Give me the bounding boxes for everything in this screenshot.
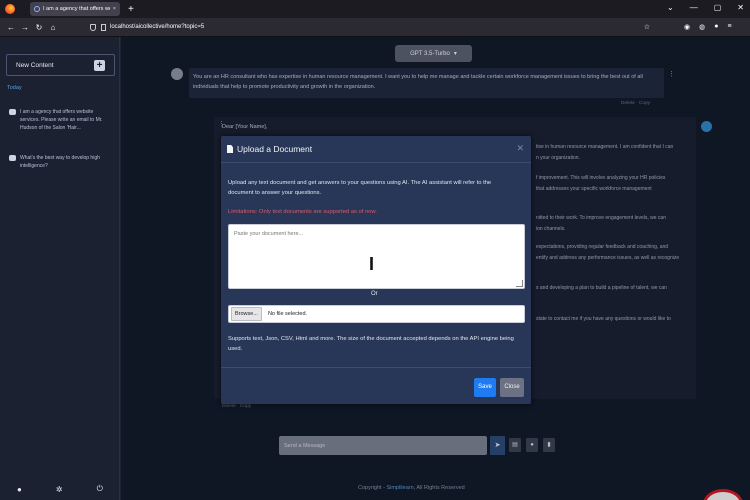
resize-handle[interactable] — [516, 280, 523, 287]
sidebar-footer: ● ✲ ⏻ — [0, 478, 120, 500]
extension-icon[interactable]: ● — [714, 23, 718, 31]
sidebar: New Content + Today I am a agency that o… — [0, 37, 120, 500]
file-status: No file selected. — [267, 311, 308, 317]
settings-icon[interactable]: ✲ — [56, 485, 63, 494]
globe-icon — [34, 6, 40, 12]
shield-icon[interactable] — [90, 23, 96, 31]
window-controls: ⌄ — ▢ ✕ — [667, 3, 744, 12]
modal-footer: Save Close — [221, 367, 531, 404]
firefox-icon — [5, 4, 15, 14]
new-content-button[interactable]: New Content + — [6, 54, 115, 76]
modal-title: Upload a Document — [237, 144, 313, 154]
forward-button[interactable]: → — [18, 23, 32, 32]
close-button[interactable]: Close — [500, 378, 524, 397]
browser-nav-bar: ← → ↻ ⌂ localhost/aicollective/home?topi… — [0, 18, 750, 37]
reload-button[interactable]: ↻ — [32, 23, 46, 32]
limitation-text: Limitations: Only text documents are sup… — [228, 209, 377, 215]
new-tab-button[interactable]: + — [128, 4, 134, 15]
document-icon — [227, 145, 233, 153]
text-cursor-icon: I — [369, 254, 375, 274]
section-today: Today — [7, 85, 22, 91]
conversation-text: What's the best way to develop high inte… — [20, 155, 100, 169]
toolbar-icons: ◉ ◍ ● ≡ — [684, 23, 732, 31]
support-text: Supports text, Json, CSV, Html and more.… — [228, 336, 514, 352]
url-text: localhost/aicollective/home?topic=5 — [110, 24, 205, 30]
conversation-text: I am a agency that offers website servic… — [20, 109, 103, 131]
back-button[interactable]: ← — [4, 23, 18, 32]
power-icon[interactable]: ⏻ — [97, 484, 103, 494]
browser-tab-bar: I am a agency that offers website × + ⌄ … — [0, 0, 750, 18]
bookmark-star-icon[interactable]: ☆ — [644, 23, 650, 31]
tab-list-chevron-icon[interactable]: ⌄ — [667, 3, 674, 12]
or-divider: Or — [371, 291, 378, 297]
tab-close-icon[interactable]: × — [113, 6, 116, 12]
browser-tab[interactable]: I am a agency that offers website × — [30, 2, 120, 16]
plus-icon[interactable]: + — [94, 60, 105, 71]
document-textarea[interactable] — [228, 224, 525, 289]
conversation-item[interactable]: What's the best way to develop high inte… — [9, 154, 112, 170]
page-icon — [101, 23, 106, 31]
window-close-button[interactable]: ✕ — [737, 3, 744, 12]
minimize-button[interactable]: — — [690, 3, 698, 12]
upload-document-modal: Upload a Document ✕ Upload any text docu… — [221, 136, 531, 404]
address-bar[interactable]: localhost/aicollective/home?topic=5 ☆ — [90, 21, 650, 34]
home-button[interactable]: ⌂ — [46, 23, 60, 32]
conversation-item[interactable]: I am a agency that offers website servic… — [9, 108, 112, 132]
pocket-icon[interactable]: ◉ — [684, 23, 690, 31]
tab-title: I am a agency that offers website — [43, 6, 110, 12]
maximize-button[interactable]: ▢ — [714, 3, 722, 12]
user-icon[interactable]: ● — [17, 485, 22, 494]
account-icon[interactable]: ◍ — [699, 23, 705, 31]
modal-description: Upload any text document and get answers… — [228, 180, 492, 196]
file-input[interactable]: Browse... No file selected. — [228, 305, 525, 323]
menu-icon[interactable]: ≡ — [727, 23, 731, 31]
save-button[interactable]: Save — [474, 378, 496, 397]
chat-bubble-icon — [9, 109, 16, 115]
browse-button[interactable]: Browse... — [231, 307, 262, 321]
chat-bubble-icon — [9, 155, 16, 161]
new-content-label: New Content — [16, 61, 54, 69]
modal-header: Upload a Document ✕ — [221, 136, 531, 163]
close-icon[interactable]: ✕ — [516, 143, 524, 154]
